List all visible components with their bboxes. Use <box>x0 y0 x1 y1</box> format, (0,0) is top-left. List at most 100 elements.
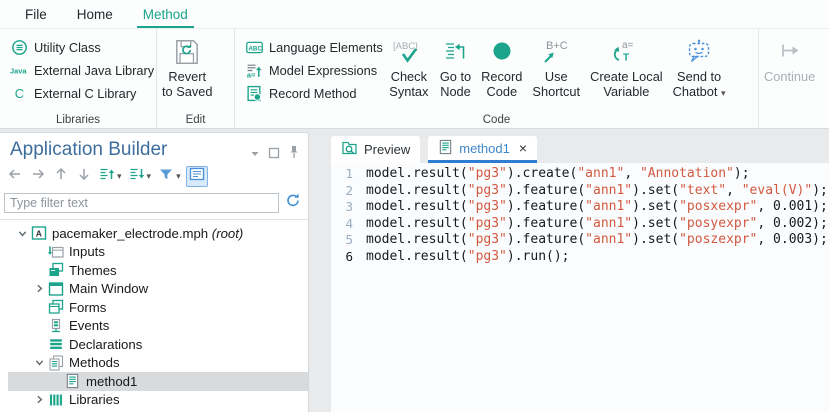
chevron-down-icon[interactable] <box>14 228 31 239</box>
svg-text:A: A <box>36 229 42 239</box>
ribbon-group-edit: Revertto SavedEdit <box>157 29 235 128</box>
create-local-variable-icon: a=T <box>608 37 644 67</box>
ribbon-button-check-syntax[interactable]: [ABC]CheckSyntax <box>383 29 435 99</box>
ribbon-button-record-code[interactable]: RecordCode <box>476 29 527 99</box>
toolbar-button-move-node-down-icon[interactable]: ▾ <box>127 166 154 187</box>
forward-arrow-icon <box>30 166 46 187</box>
tree-item-themes[interactable]: Themes <box>8 261 308 280</box>
tree-item-label: Inputs <box>69 244 105 259</box>
toolbar-button-move-node-up-icon[interactable]: ▾ <box>97 166 124 187</box>
menu-tab-file[interactable]: File <box>10 0 62 28</box>
ribbon-button-revert-to-saved[interactable]: Revertto Saved <box>157 29 218 99</box>
tree-item-libraries[interactable]: Libraries <box>8 391 308 410</box>
filter-input[interactable] <box>4 193 279 213</box>
tree-item-method1[interactable]: method1 <box>8 372 308 391</box>
ribbon-button-send-to-chatbot[interactable]: Send toChatbot ▾ <box>668 29 731 101</box>
panel-window-controls <box>250 145 300 164</box>
code-text: model.result("pg3").feature("ann1").set(… <box>366 232 828 249</box>
refresh-icon[interactable] <box>285 192 301 213</box>
preview-icon <box>341 140 358 159</box>
ribbon-button-label: Continue <box>764 69 815 84</box>
code-line[interactable]: 4 model.result("pg3").feature("ann1").set… <box>331 216 829 233</box>
editor-tab-preview[interactable]: Preview <box>331 136 420 163</box>
collapse-chevron-icon[interactable] <box>250 146 260 164</box>
toolbar-button-back-arrow-icon[interactable] <box>5 166 25 187</box>
tree-item-inputs[interactable]: Inputs <box>8 243 308 262</box>
chevron-down-icon[interactable] <box>31 357 48 368</box>
chevron-right-icon[interactable] <box>31 283 48 294</box>
ribbon-group-code: ABCLanguage Elementsa=Model Expressions R… <box>235 29 759 128</box>
pin-icon[interactable] <box>288 145 300 164</box>
svg-text:C: C <box>14 86 23 101</box>
tree-item-main-window[interactable]: Main Window <box>8 280 308 299</box>
method-code-editor[interactable]: 1model.result("pg3").create("ann1", "Ann… <box>331 163 829 412</box>
ribbon-item-external-c-library[interactable]: CExternal C Library <box>10 82 154 105</box>
code-line[interactable]: 6model.result("pg3").run(); <box>331 249 829 266</box>
toolbar-button-up-arrow-icon[interactable] <box>51 166 71 187</box>
ribbon-group-label: Libraries <box>0 114 156 126</box>
menu-tab-home[interactable]: Home <box>62 0 128 28</box>
code-line[interactable]: 5model.result("pg3").feature("ann1").set… <box>331 232 829 249</box>
ribbon-item-column: ABCLanguage Elementsa=Model Expressions R… <box>235 29 383 105</box>
ribbon-item-record-method[interactable]: Record Method <box>245 82 383 105</box>
ribbon-item-external-java-library[interactable]: JavaExternal Java Library <box>10 59 154 82</box>
tree-item-label: Declarations <box>69 337 142 352</box>
chevron-down-icon: ▾ <box>147 171 152 182</box>
ribbon-item-label: Language Elements <box>269 40 383 55</box>
ribbon-button-go-to-node[interactable]: Go toNode <box>435 29 476 99</box>
ribbon-button-label: Revertto Saved <box>162 69 213 99</box>
chevron-down-icon: ▾ <box>176 171 181 182</box>
ribbon-button-use-shortcut[interactable]: B+CUseShortcut <box>527 29 585 99</box>
ribbon-button-label: Create LocalVariable <box>590 69 663 99</box>
move-node-up-icon <box>99 166 115 187</box>
code-line[interactable]: 3model.result("pg3").feature("ann1").set… <box>331 199 829 216</box>
tree-item-label: Libraries <box>69 392 120 407</box>
toolbar-button-forward-arrow-icon[interactable] <box>28 166 48 187</box>
up-arrow-icon <box>53 166 69 187</box>
line-number: 6 <box>331 249 353 266</box>
editor-tab-method1[interactable]: method1× <box>428 136 537 163</box>
libraries-icon <box>48 392 65 408</box>
revert-icon <box>172 37 202 67</box>
tree-item-pacemaker-electrode-mph[interactable]: Apacemaker_electrode.mph (root) <box>8 224 308 243</box>
chevron-down-icon: ▾ <box>117 171 122 182</box>
float-window-icon[interactable] <box>268 146 280 164</box>
tree-item-declarations[interactable]: Declarations <box>8 335 308 354</box>
toolbar-button-down-arrow-icon[interactable] <box>74 166 94 187</box>
code-text: model.result("pg3").feature("ann1").set(… <box>366 216 828 233</box>
application-builder-panel: Application Builder ▾▾▾ Apacemaker_elect… <box>0 132 309 412</box>
close-icon[interactable]: × <box>519 141 527 155</box>
chatbot-icon <box>684 37 714 67</box>
ribbon-button-continue[interactable]: Continue <box>759 29 820 84</box>
toolbar-button-filter-funnel-icon[interactable]: ▾ <box>156 166 183 187</box>
java-icon: Java <box>10 62 28 79</box>
ribbon-item-label: Record Method <box>269 86 357 101</box>
forms-icon <box>48 299 65 315</box>
code-line[interactable]: 2model.result("pg3").feature("ann1").set… <box>331 183 829 200</box>
code-text: model.result("pg3").feature("ann1").set(… <box>366 183 828 200</box>
code-line[interactable]: 1model.result("pg3").create("ann1", "Ann… <box>331 166 829 183</box>
line-number: 4 <box>331 216 353 233</box>
ribbon-item-model-expressions[interactable]: a=Model Expressions <box>245 59 383 82</box>
editor-tab-label: Preview <box>364 142 410 157</box>
tree-item-label: Main Window <box>69 281 148 296</box>
record-method-icon <box>245 85 263 102</box>
line-number: 3 <box>331 199 353 216</box>
menu-tab-method[interactable]: Method <box>128 0 203 28</box>
ribbon-button-label: CheckSyntax <box>389 69 428 99</box>
toolbar-button-show-windows-icon[interactable] <box>186 166 208 187</box>
c-icon: C <box>10 85 28 102</box>
tree-item-events[interactable]: Events <box>8 317 308 336</box>
ribbon-button-create-local-variable[interactable]: a=TCreate LocalVariable <box>585 29 668 99</box>
tree-item-methods[interactable]: Methods <box>8 354 308 373</box>
ribbon-item-utility-class[interactable]: Utility Class <box>10 36 154 59</box>
tree-item-forms[interactable]: Forms <box>8 298 308 317</box>
ribbon-item-label: Utility Class <box>34 40 101 55</box>
record-code-icon <box>489 37 515 67</box>
chevron-right-icon[interactable] <box>31 394 48 405</box>
ribbon-button-label: Send toChatbot ▾ <box>673 69 726 101</box>
utility-class-icon <box>10 39 28 56</box>
ribbon-tab-bar: FileHomeMethod <box>0 0 829 29</box>
ribbon-item-language-elements[interactable]: ABCLanguage Elements <box>245 36 383 59</box>
check-syntax-icon: [ABC] <box>388 37 430 67</box>
